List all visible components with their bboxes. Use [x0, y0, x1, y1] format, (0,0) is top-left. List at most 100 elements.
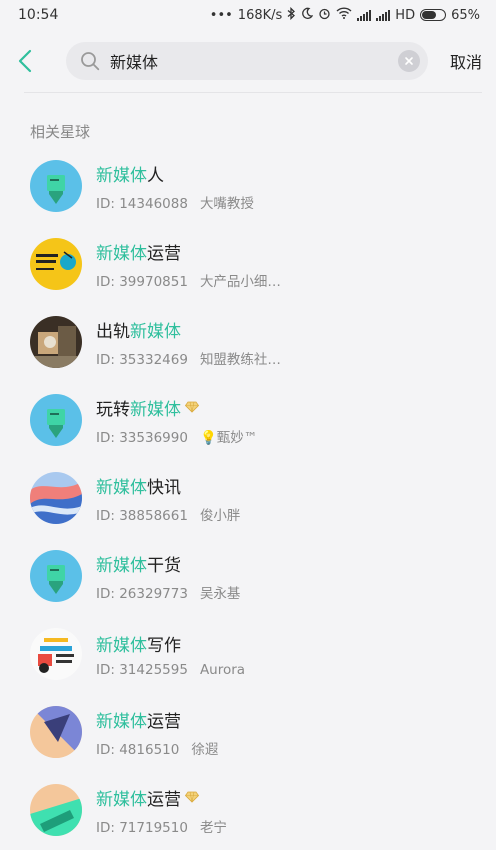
- section-title: 相关星球: [30, 123, 91, 141]
- result-owner: 💡甄妙™: [199, 429, 258, 446]
- result-info: 出轨 新媒体 ID: 35332469 知盟教练社…: [96, 317, 281, 368]
- name-highlight: 新媒体: [96, 711, 147, 732]
- result-name: 新媒体 写作: [96, 631, 245, 656]
- result-info: 玩转 新媒体 ID: 33536990 💡甄妙™: [96, 395, 257, 446]
- network-speed: 168K/s: [237, 7, 283, 23]
- result-info: 新媒体 运营 ID: 39970851 大产品小细…: [96, 239, 281, 290]
- result-item[interactable]: 出轨 新媒体 ID: 35332469 知盟教练社…: [0, 303, 496, 381]
- name-suffix: 写作: [147, 635, 181, 656]
- result-meta: ID: 71719510 老宁: [96, 816, 227, 836]
- status-dots: •••: [209, 7, 233, 23]
- avatar: [30, 160, 82, 212]
- results-list: 新媒体人 ID: 14346088 大嘴教授 新媒体 运营 ID: 39970851 大产品…: [0, 147, 496, 849]
- result-name: 新媒体 运营: [96, 239, 281, 264]
- result-name: 新媒体 运营: [96, 785, 227, 810]
- result-item[interactable]: 新媒体 写作 ID: 31425595 Aurora: [0, 615, 496, 693]
- result-id: ID: 33536990: [96, 429, 188, 446]
- search-icon: [81, 52, 100, 71]
- result-id: ID: 35332469: [96, 351, 188, 368]
- name-suffix: 人: [147, 165, 164, 186]
- result-item[interactable]: 新媒体 运营 ID: 39970851 大产品小细…: [0, 225, 496, 303]
- result-id: ID: 14346088: [96, 195, 188, 212]
- name-prefix: 出轨: [96, 321, 130, 342]
- name-suffix: 运营: [147, 243, 181, 264]
- result-name: 新媒体 快讯: [96, 473, 240, 498]
- search-box[interactable]: [66, 42, 428, 80]
- avatar: [30, 394, 82, 446]
- avatar: [30, 316, 82, 368]
- result-info: 新媒体 干货 ID: 26329773 吴永基: [96, 551, 240, 602]
- result-info: 新媒体 运营 ID: 71719510 老宁: [96, 785, 227, 836]
- result-name: 新媒体人: [96, 161, 254, 186]
- result-owner: 大产品小细…: [199, 273, 281, 290]
- moon-icon: [301, 7, 314, 23]
- result-name: 玩转 新媒体: [96, 395, 257, 420]
- result-item[interactable]: 玩转 新媒体 ID: 33536990 💡甄妙™: [0, 381, 496, 459]
- signal-icon-2: [376, 9, 391, 21]
- result-item[interactable]: 新媒体 快讯 ID: 38858661 俊小胖: [0, 459, 496, 537]
- search-input[interactable]: [110, 51, 398, 71]
- result-info: 新媒体 运营 ID: 4816510 徐遐: [96, 707, 218, 758]
- status-time: 10:54: [18, 7, 59, 23]
- result-info: 新媒体 快讯 ID: 38858661 俊小胖: [96, 473, 240, 524]
- result-id: ID: 38858661: [96, 507, 188, 524]
- wifi-icon: [336, 7, 352, 23]
- result-item[interactable]: 新媒体 运营 ID: 4816510 徐遐: [0, 693, 496, 771]
- result-id: ID: 39970851: [96, 273, 188, 290]
- result-item[interactable]: 新媒体 运营 ID: 71719510 老宁: [0, 771, 496, 849]
- result-owner: 徐遐: [191, 741, 219, 758]
- result-meta: ID: 26329773 吴永基: [96, 582, 240, 602]
- name-highlight: 新媒体: [96, 243, 147, 264]
- back-button[interactable]: [18, 41, 54, 81]
- name-highlight: 新媒体: [96, 477, 147, 498]
- status-bar: 10:54 ••• 168K/s HD 65%: [0, 0, 496, 30]
- name-highlight: 新媒体: [96, 635, 147, 656]
- name-suffix: 干货: [147, 555, 181, 576]
- name-prefix: 玩转: [96, 399, 130, 420]
- result-owner: 老宁: [199, 819, 227, 836]
- battery-percent: 65%: [451, 7, 480, 23]
- cancel-button[interactable]: 取消: [428, 49, 486, 73]
- result-info: 新媒体 写作 ID: 31425595 Aurora: [96, 631, 245, 678]
- avatar: [30, 628, 82, 680]
- status-indicators: ••• 168K/s HD 65%: [209, 6, 480, 24]
- name-suffix: 运营: [147, 711, 181, 732]
- result-owner: 知盟教练社…: [199, 351, 281, 368]
- name-suffix: 快讯: [147, 477, 181, 498]
- result-item[interactable]: 新媒体 干货 ID: 26329773 吴永基: [0, 537, 496, 615]
- name-highlight: 新媒体: [96, 165, 147, 186]
- avatar: [30, 550, 82, 602]
- diamond-icon: [185, 401, 199, 413]
- result-meta: ID: 31425595 Aurora: [96, 662, 245, 678]
- bluetooth-icon: [287, 6, 296, 24]
- close-icon: [405, 57, 413, 65]
- result-id: ID: 26329773: [96, 585, 188, 602]
- signal-icon: [357, 9, 372, 21]
- avatar: [30, 784, 82, 836]
- result-name: 出轨 新媒体: [96, 317, 281, 342]
- avatar: [30, 472, 82, 524]
- clear-search-button[interactable]: [398, 50, 420, 72]
- result-meta: ID: 4816510 徐遐: [96, 738, 218, 758]
- name-highlight: 新媒体: [130, 321, 181, 342]
- name-highlight: 新媒体: [96, 789, 147, 810]
- result-name: 新媒体 运营: [96, 707, 218, 732]
- result-meta: ID: 38858661 俊小胖: [96, 504, 240, 524]
- result-owner: 大嘴教授: [199, 195, 254, 212]
- result-meta: ID: 35332469 知盟教练社…: [96, 348, 281, 368]
- result-id: ID: 71719510: [96, 819, 188, 836]
- result-meta: ID: 39970851 大产品小细…: [96, 270, 281, 290]
- result-id: ID: 4816510: [96, 741, 180, 758]
- diamond-icon: [185, 791, 199, 803]
- battery-icon: [420, 9, 447, 21]
- result-owner: Aurora: [199, 661, 246, 678]
- result-info: 新媒体人 ID: 14346088 大嘴教授: [96, 161, 254, 212]
- battery-fill: [422, 11, 437, 19]
- result-owner: 俊小胖: [199, 507, 241, 524]
- result-item[interactable]: 新媒体人 ID: 14346088 大嘴教授: [0, 147, 496, 225]
- result-owner: 吴永基: [199, 585, 241, 602]
- hd-indicator: HD: [395, 7, 416, 23]
- result-name: 新媒体 干货: [96, 551, 240, 576]
- avatar: [30, 706, 82, 758]
- chevron-left-icon: [18, 49, 32, 73]
